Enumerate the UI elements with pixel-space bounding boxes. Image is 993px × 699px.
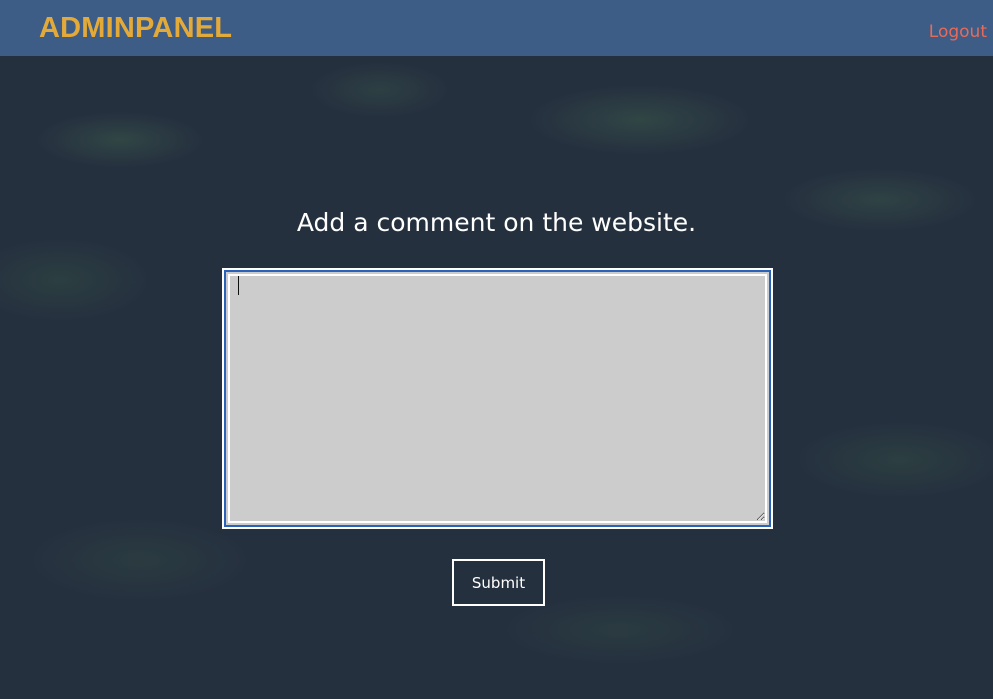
brand-logo-text: ADMINPANEL xyxy=(39,12,233,44)
comment-textarea-wrapper xyxy=(222,268,773,529)
submit-button[interactable]: Submit xyxy=(452,559,545,606)
logout-link[interactable]: Logout xyxy=(929,21,987,43)
page-heading: Add a comment on the website. xyxy=(296,208,697,237)
comment-textarea[interactable] xyxy=(228,274,767,523)
top-navbar: ADMINPANEL Logout xyxy=(0,0,993,56)
text-caret xyxy=(238,276,239,295)
